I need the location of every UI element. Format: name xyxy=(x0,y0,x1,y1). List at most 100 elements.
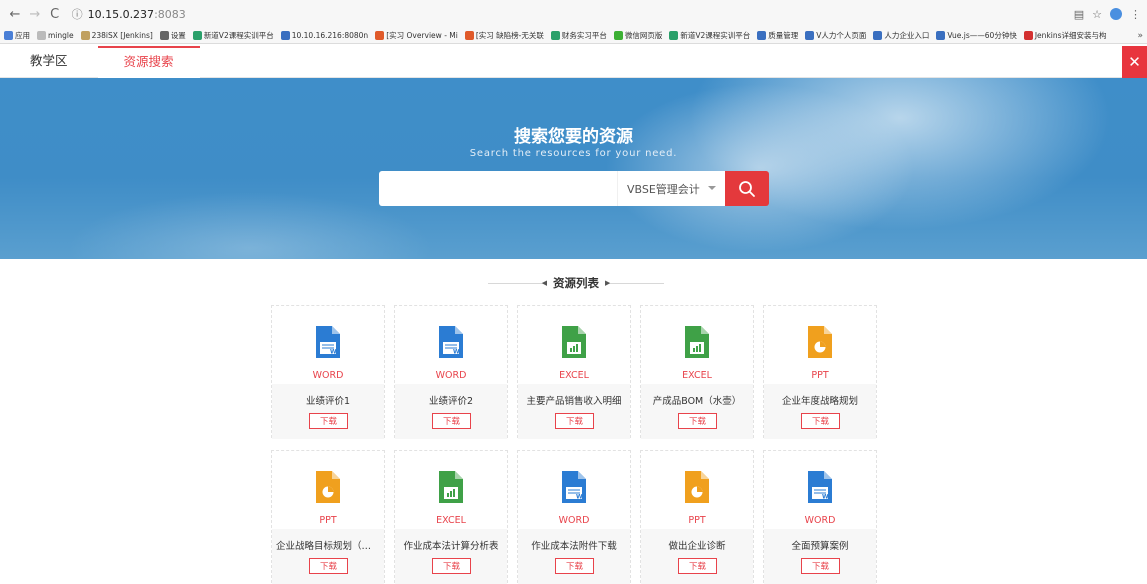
bookmark-favicon-icon xyxy=(192,31,202,40)
bookmark-item[interactable]: Vue.js——60分钟快 xyxy=(936,30,1017,41)
bookmark-item[interactable]: mingle xyxy=(37,31,74,40)
search-button[interactable] xyxy=(725,171,769,206)
resource-type: PPT xyxy=(319,515,337,526)
resource-card[interactable]: W WORD 作业成本法附件下载 下载 xyxy=(517,450,631,584)
svg-text:W: W xyxy=(453,349,460,356)
excel-file-icon xyxy=(562,326,586,358)
bookmark-favicon-icon xyxy=(613,31,623,40)
bookmark-item[interactable]: Jenkins详细安装与构 xyxy=(1023,30,1107,41)
bookmark-item[interactable]: 应用 xyxy=(4,30,30,41)
bookmarks-more-icon[interactable]: » xyxy=(1137,31,1143,41)
bookmark-label: Vue.js——60分钟快 xyxy=(947,31,1017,40)
resource-card[interactable]: EXCEL 主要产品销售收入明细 下载 xyxy=(517,305,631,439)
resource-card[interactable]: PPT 做出企业诊断 下载 xyxy=(640,450,754,584)
forward-icon[interactable]: → xyxy=(26,5,44,23)
resource-name: 业绩评价1 xyxy=(305,396,351,407)
divider xyxy=(610,282,664,284)
resource-name: 做出企业诊断 xyxy=(668,541,726,552)
download-button[interactable]: 下载 xyxy=(432,413,471,429)
tab-resource-search[interactable]: 资源搜索 xyxy=(97,46,200,78)
divider xyxy=(488,282,542,284)
close-icon[interactable]: ✕ xyxy=(1122,46,1147,78)
word-file-icon: W xyxy=(316,326,340,358)
download-button[interactable]: 下载 xyxy=(432,558,471,574)
ppt-file-icon xyxy=(316,471,340,503)
section-title-text: 资源列表 xyxy=(553,276,599,290)
resource-name: 企业战略目标规划（销... xyxy=(276,541,381,552)
download-button[interactable]: 下载 xyxy=(801,558,840,574)
bookmark-item[interactable]: 10.10.16.216:8080n xyxy=(280,31,368,40)
section-title: ◀ 资源列表 ▶ xyxy=(488,275,664,291)
bookmark-favicon-icon xyxy=(80,31,90,40)
tab-teaching-area[interactable]: 教学区 xyxy=(0,46,98,78)
bookmark-item[interactable]: 微信网页版 xyxy=(613,30,662,41)
resource-name: 企业年度战略规划 xyxy=(781,396,858,407)
resource-card[interactable]: W WORD 业绩评价1 下载 xyxy=(271,305,385,439)
chevron-down-icon xyxy=(708,186,716,190)
bookmark-item[interactable]: V人力个人页面 xyxy=(805,30,866,41)
ppt-file-icon xyxy=(808,326,832,358)
bookmark-label: Jenkins详细安装与构 xyxy=(1034,31,1107,40)
bookmark-favicon-icon xyxy=(873,31,883,40)
extension-icon[interactable] xyxy=(1110,8,1122,20)
bookmark-favicon-icon xyxy=(159,31,169,40)
resource-name: 全面预算案例 xyxy=(791,541,849,552)
bookmark-item[interactable]: 新道V2课程实训平台 xyxy=(669,30,750,41)
reload-icon[interactable]: C xyxy=(46,5,64,23)
back-icon[interactable]: ← xyxy=(6,5,24,23)
bookmark-item[interactable]: 质量管理 xyxy=(757,30,798,41)
bookmark-favicon-icon xyxy=(280,31,290,40)
download-button[interactable]: 下载 xyxy=(555,413,594,429)
translate-icon[interactable]: ▤ xyxy=(1074,8,1084,21)
hero-subtitle: Search the resources for your need. xyxy=(469,148,678,159)
resource-name: 作业成本法计算分析表 xyxy=(403,541,499,552)
bookmark-item[interactable]: 238iSX [Jenkins] xyxy=(80,31,153,40)
resource-name: 作业成本法附件下载 xyxy=(531,541,617,552)
bookmark-favicon-icon xyxy=(1023,31,1033,40)
bookmark-item[interactable]: [实习 Overview - Mi xyxy=(375,30,458,41)
bookmark-item[interactable]: 人力企业入口 xyxy=(873,30,929,41)
bookmark-item[interactable]: [实习 缺陷榜-无关联 xyxy=(464,30,544,41)
bookmark-label: 新道V2课程实训平台 xyxy=(203,31,274,40)
resource-card[interactable]: PPT 企业年度战略规划 下载 xyxy=(763,305,877,439)
bookmark-item[interactable]: 财务实习平台 xyxy=(550,30,607,41)
resource-card[interactable]: PPT 企业战略目标规划（销... 下载 xyxy=(271,450,385,584)
resource-card[interactable]: EXCEL 作业成本法计算分析表 下载 xyxy=(394,450,508,584)
download-button[interactable]: 下载 xyxy=(678,413,717,429)
download-button[interactable]: 下载 xyxy=(555,558,594,574)
resource-card[interactable]: EXCEL 产成品BOM（水壶） 下载 xyxy=(640,305,754,439)
bookmark-item[interactable]: 设置 xyxy=(159,30,186,41)
resource-type: WORD xyxy=(312,370,344,381)
bookmarks-bar: 应用 mingle 238iSX [Jenkins] 设置 新道V2课程实训平台 10.1… xyxy=(0,28,1147,44)
svg-text:W: W xyxy=(330,349,337,356)
bookmark-item[interactable]: 新道V2课程实训平台 xyxy=(192,30,274,41)
bookmark-label: 财务实习平台 xyxy=(561,31,607,40)
url-field[interactable]: ⓘ 10.15.0.237:8083 xyxy=(72,4,1074,24)
resource-name: 业绩评价2 xyxy=(428,396,474,407)
resource-card[interactable]: W WORD 全面预算案例 下载 xyxy=(763,450,877,584)
search-input[interactable] xyxy=(379,171,617,206)
bookmark-label: [实习 Overview - Mi xyxy=(386,31,458,40)
resource-type: WORD xyxy=(558,515,590,526)
search-icon xyxy=(739,180,755,197)
info-icon: ⓘ xyxy=(71,8,83,21)
resource-card[interactable]: W WORD 业绩评价2 下载 xyxy=(394,305,508,439)
bookmark-favicon-icon xyxy=(4,31,13,40)
bookmark-label: 质量管理 xyxy=(768,31,799,40)
bookmark-label: 应用 xyxy=(15,31,30,40)
download-button[interactable]: 下载 xyxy=(678,558,717,574)
excel-file-icon xyxy=(685,326,709,358)
bookmark-label: 人力企业入口 xyxy=(884,31,930,40)
download-button[interactable]: 下载 xyxy=(309,413,348,429)
bookmark-label: 新道V2课程实训平台 xyxy=(680,31,751,40)
resource-name: 产成品BOM（水壶） xyxy=(652,396,742,407)
bookmark-favicon-icon xyxy=(757,31,767,40)
download-button[interactable]: 下载 xyxy=(801,413,840,429)
menu-icon[interactable]: ⋮ xyxy=(1130,8,1141,21)
star-icon[interactable]: ☆ xyxy=(1092,8,1102,21)
download-button[interactable]: 下载 xyxy=(309,558,348,574)
search-hero: 搜索您要的资源 Search the resources for your ne… xyxy=(0,78,1147,259)
category-select[interactable]: VBSE管理会计 xyxy=(617,171,725,206)
url-port: :8083 xyxy=(154,7,186,21)
search-bar: VBSE管理会计 xyxy=(379,171,769,206)
